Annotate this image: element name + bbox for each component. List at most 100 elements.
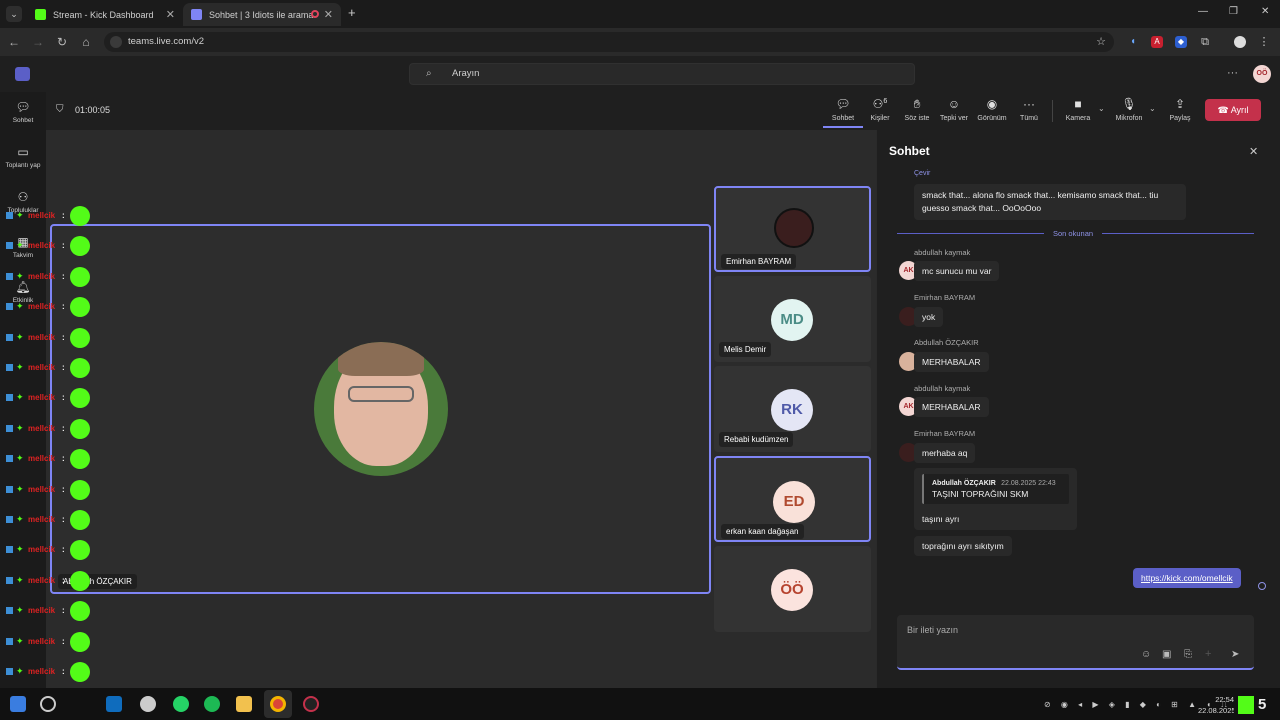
chrome-icon[interactable]: [270, 696, 286, 712]
meeting-toolbar: ⛉ 01:00:05 💬︎ Sohbet ⚇6 Kişiler ✋︎ Söz iste…: [46, 92, 1280, 130]
extension-shield-icon[interactable]: ◆: [1175, 36, 1187, 48]
toolbar-raise-hand-button[interactable]: ✋︎ Söz iste: [897, 97, 937, 122]
subscriber-badge-icon: [6, 516, 13, 523]
kick-username: mellcik: [28, 484, 56, 494]
toolbar-label: Tümü: [1020, 115, 1038, 122]
participant-tile[interactable]: Emirhan BAYRAM: [714, 186, 871, 272]
home-icon[interactable]: ⌂: [78, 34, 94, 50]
kick-badge-icon: ✦: [16, 605, 24, 616]
kick-badge-icon: ✦: [16, 331, 24, 342]
toolbar-view-button[interactable]: ◉ Görünüm: [972, 97, 1012, 122]
close-tab-icon[interactable]: ✕: [166, 8, 175, 21]
main-speaker-video[interactable]: Abdullah ÖZÇAKIR: [50, 224, 711, 594]
emoji-icon[interactable]: ☺: [1141, 649, 1151, 660]
kick-emote-icon: [70, 236, 90, 257]
attach-icon[interactable]: ⎘: [1184, 649, 1192, 660]
kick-emote-icon: [70, 388, 90, 409]
site-info-icon[interactable]: [110, 36, 122, 48]
window-minimize-button[interactable]: —: [1198, 6, 1208, 17]
forward-icon[interactable]: →: [30, 34, 46, 50]
toolbar-mic-button[interactable]: 🎙︎ Mikrofon: [1109, 97, 1149, 122]
kick-chat-row: ✦ mellcik:: [4, 297, 94, 318]
tab-kick-dashboard[interactable]: Stream - Kick Dashboard ✕: [27, 3, 183, 26]
rail-item-chat[interactable]: 💬︎ Sohbet: [0, 100, 46, 124]
rail-item-meet[interactable]: ▭ Toplantı yap: [0, 145, 46, 169]
extensions-puzzle-icon[interactable]: ⧉: [1199, 36, 1211, 48]
quote-block: Abdullah ÖZÇAKIR 22.08.2025 22:43 TAŞINI…: [922, 474, 1069, 504]
kick-logo-icon: [1238, 696, 1254, 714]
toolbar-divider: [1052, 100, 1053, 122]
kick-emote-icon: [70, 510, 90, 530]
obs-icon[interactable]: [303, 696, 319, 712]
new-tab-button[interactable]: +: [348, 5, 356, 20]
app-icon[interactable]: [140, 696, 156, 712]
toolbar-share-button[interactable]: ⇪ Paylaş: [1160, 97, 1200, 122]
user-avatar[interactable]: OÖ: [1253, 65, 1271, 83]
window-close-button[interactable]: ✕: [1261, 6, 1269, 17]
toolbar-more-button[interactable]: ··· Tümü: [1009, 97, 1049, 122]
start-menu-icon[interactable]: [10, 696, 26, 712]
user-initials: OÖ: [1256, 70, 1268, 77]
toolbar-chat-button[interactable]: 💬︎ Sohbet: [823, 97, 863, 128]
toolbar-label: Tepki ver: [939, 115, 968, 122]
own-message-bubble[interactable]: https://kick.com/omellcik: [1133, 568, 1241, 588]
mic-options-chevron-icon[interactable]: ⌄: [1149, 104, 1156, 113]
add-icon[interactable]: +: [1205, 648, 1211, 660]
bookmark-star-icon[interactable]: ☆: [1096, 32, 1106, 52]
extension-abp-icon[interactable]: A: [1151, 36, 1163, 48]
kick-badge-icon: ✦: [16, 301, 24, 312]
outlook-icon[interactable]: [106, 696, 122, 712]
search-placeholder: Arayın: [452, 68, 480, 79]
kick-chat-row: ✦ mellcik:: [4, 662, 94, 682]
kick-badge-icon: ✦: [16, 392, 24, 403]
kick-emote-icon: [70, 418, 90, 439]
whatsapp-icon[interactable]: [173, 696, 189, 712]
subscriber-badge-icon: [6, 637, 13, 645]
extension-audio-icon[interactable]: ◖: [1127, 36, 1139, 48]
kick-chat-row: ✦ mellcik:: [4, 449, 94, 470]
gif-icon[interactable]: ▣: [1162, 649, 1171, 660]
url-field[interactable]: teams.live.com/v2 ☆: [104, 32, 1114, 52]
subscriber-badge-icon: [6, 272, 13, 280]
file-explorer-icon[interactable]: [236, 696, 252, 712]
view-icon: ◉: [986, 97, 998, 111]
translate-link[interactable]: Çevir: [914, 170, 930, 177]
close-tab-icon[interactable]: ✕: [324, 8, 333, 21]
spotify-icon[interactable]: [204, 696, 220, 712]
own-message-link[interactable]: https://kick.com/omellcik: [1141, 573, 1233, 583]
message-input[interactable]: Bir ileti yazın: [907, 625, 958, 635]
reload-icon[interactable]: ↻: [54, 34, 70, 50]
kick-separator: :: [62, 575, 65, 585]
close-chat-icon[interactable]: ✕: [1249, 145, 1258, 158]
back-icon[interactable]: ←: [6, 34, 22, 50]
participant-tile[interactable]: ÖÖ: [714, 546, 871, 632]
kick-emote-icon: [70, 540, 90, 561]
participant-tile[interactable]: MD Melis Demir: [714, 276, 871, 362]
toolbar-react-button[interactable]: ☺ Tepki ver: [934, 97, 974, 122]
microphone-icon: 🎙︎: [1121, 97, 1137, 111]
participant-tile[interactable]: RK Rebabi kudümzen: [714, 366, 871, 452]
send-icon[interactable]: ➤: [1231, 649, 1239, 660]
window-maximize-button[interactable]: ❐: [1229, 6, 1238, 17]
message-sender: abdullah kaymak: [914, 248, 971, 257]
search-input[interactable]: ⌕ Arayın: [409, 63, 915, 85]
browser-menu-icon[interactable]: ⋮: [1258, 36, 1270, 48]
participant-tile[interactable]: ED erkan kaan dağaşan: [714, 456, 871, 542]
clock-date: 22.08.2025: [1198, 706, 1234, 715]
tab-list-button[interactable]: ⌄: [6, 6, 22, 22]
compose-box[interactable]: Bir ileti yazın ☺ ▣ ⎘ + ➤: [897, 615, 1254, 670]
settings-more-icon[interactable]: ···: [1227, 67, 1238, 79]
toolbar-camera-button[interactable]: ■ Kamera: [1058, 97, 1098, 122]
tab-teams-meeting[interactable]: Sohbet | 3 Idiots ile arama y ✕: [183, 3, 341, 26]
chat-message-bubble: MERHABALAR: [914, 352, 989, 372]
message-sender: Emirhan BAYRAM: [914, 429, 976, 438]
profile-avatar-icon[interactable]: [1234, 36, 1246, 48]
toolbar-people-button[interactable]: ⚇6 Kişiler: [860, 97, 900, 122]
leave-button[interactable]: ☎︎ Ayrıl: [1205, 99, 1261, 121]
kick-badge[interactable]: 5: [1238, 696, 1276, 716]
search-icon[interactable]: [40, 696, 56, 712]
kick-emote-icon: [70, 479, 90, 500]
camera-options-chevron-icon[interactable]: ⌄: [1098, 104, 1105, 113]
subscriber-badge-icon: [6, 455, 13, 463]
clock[interactable]: 22:54 22.08.2025: [1198, 695, 1234, 715]
